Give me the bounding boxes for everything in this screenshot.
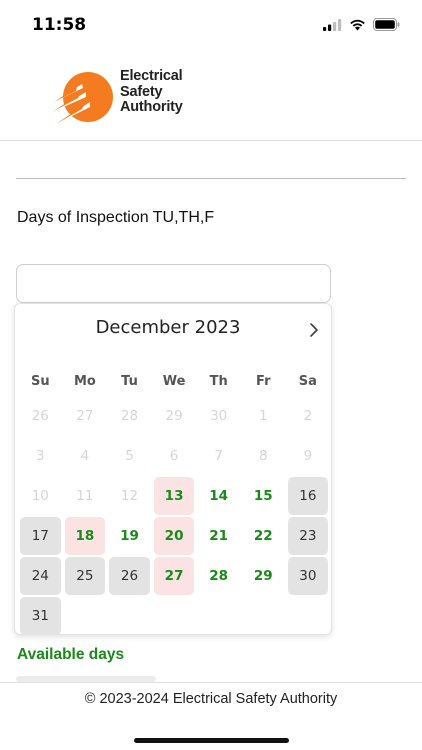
calendar-day-available[interactable]: 29 — [243, 557, 284, 595]
calendar-day-available[interactable]: 19 — [109, 517, 150, 555]
available-days-legend: Available days — [17, 646, 125, 663]
logo-line-1: Electrical — [120, 68, 183, 84]
status-icons — [323, 18, 400, 31]
esa-logo-icon — [52, 72, 113, 124]
calendar-day-available[interactable]: 13 — [153, 477, 195, 515]
calendar-day-disabled: 29 — [165, 408, 183, 424]
calendar-day-unavailable: 30 — [287, 557, 329, 595]
calendar-day-disabled: 9 — [303, 448, 313, 464]
calendar-day-disabled: 8 — [258, 448, 268, 464]
calendar-day-disabled: 30 — [210, 408, 228, 424]
calendar-day-disabled: 10 — [31, 488, 49, 504]
calendar-day-disabled: 27 — [76, 408, 94, 424]
date-picker-calendar: December 2023 Su Mo Tu We Th Fr Sa 26 27 2… — [14, 303, 332, 635]
weekday-label: We — [162, 374, 186, 389]
calendar-day-disabled: 6 — [169, 448, 179, 464]
calendar-day-unavailable: 23 — [287, 517, 329, 555]
calendar-day-available[interactable]: 27 — [153, 557, 195, 595]
calendar-day-disabled: 28 — [120, 408, 139, 424]
weekday-label: Mo — [73, 374, 96, 389]
calendar-day-available[interactable]: 20 — [153, 517, 195, 555]
calendar-day-available[interactable]: 15 — [243, 477, 284, 515]
calendar-day-unavailable: 25 — [64, 557, 106, 595]
calendar-day-disabled: 12 — [120, 488, 139, 504]
logo-wordmark: Electrical Safety Authority — [120, 68, 183, 116]
inspection-date-input[interactable] — [16, 264, 331, 303]
status-time: 11:58 — [32, 15, 87, 35]
weekday-label: Sa — [298, 374, 317, 389]
calendar-day-available[interactable]: 21 — [198, 517, 239, 555]
days-of-inspection-label: Days of Inspection TU,TH,F — [17, 209, 215, 226]
calendar-day-disabled: 4 — [80, 448, 90, 464]
calendar-day-disabled: 7 — [214, 448, 223, 464]
calendar-day-unavailable: 24 — [20, 557, 61, 595]
weekday-header-row: Su Mo Tu We Th Fr Sa — [18, 374, 330, 389]
calendar-day-disabled: 1 — [258, 408, 268, 424]
chevron-right-icon — [310, 323, 318, 337]
calendar-day-available[interactable]: 18 — [64, 517, 106, 555]
calendar-day-unavailable: 17 — [20, 517, 61, 555]
calendar-day-disabled: 2 — [303, 408, 313, 424]
calendar-day-disabled: 11 — [76, 488, 94, 504]
next-month-button[interactable] — [303, 318, 325, 342]
calendar-day-disabled: 5 — [125, 448, 134, 464]
calendar-day-unavailable: 26 — [109, 557, 150, 595]
logo-line-2: Safety — [120, 83, 163, 100]
weekday-label: Th — [209, 374, 228, 389]
weekday-label: Fr — [256, 374, 271, 389]
weekday-label: Su — [30, 374, 50, 389]
battery-icon — [373, 18, 400, 31]
calendar-day-available[interactable]: 22 — [243, 517, 284, 555]
status-bar: 11:58 — [0, 0, 422, 50]
calendar-day-unavailable: 31 — [20, 597, 61, 635]
cellular-signal-icon — [323, 18, 342, 31]
weekday-label: Tu — [121, 374, 138, 389]
wifi-icon — [350, 19, 365, 30]
home-indicator — [134, 738, 289, 743]
footer-copyright: © 2023-2024 Electrical Safety Authority — [84, 691, 338, 707]
logo-line-3: Authority — [120, 99, 183, 115]
calendar-day-disabled: 26 — [31, 408, 49, 424]
calendar-day-disabled: 3 — [36, 448, 45, 464]
calendar-day-unavailable: 16 — [287, 477, 329, 515]
calendar-days-grid: 26 27 28 29 30 1 2 3 4 5 6 7 8 9 10 11 12 13 14 15 16 17 18 19 2… — [18, 396, 330, 636]
calendar-month-title: December 2023 — [95, 317, 241, 338]
calendar-day-available[interactable]: 28 — [198, 557, 239, 595]
calendar-day-available[interactable]: 14 — [198, 477, 239, 515]
app-header: Electrical Safety Authority — [0, 50, 422, 141]
section-divider — [16, 178, 406, 179]
page-footer: © 2023-2024 Electrical Safety Authority — [0, 682, 422, 717]
